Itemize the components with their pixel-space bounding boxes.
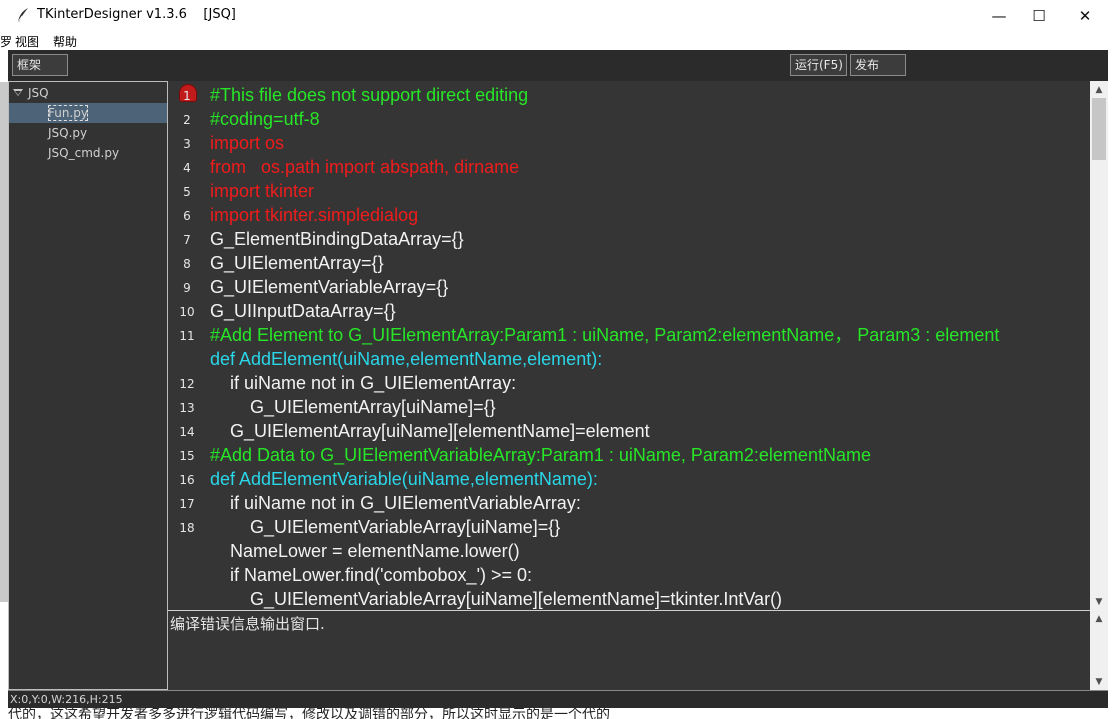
line-number: 9 [183, 281, 191, 295]
status-bar: X:0,Y:0,W:216,H:215 [8, 690, 1108, 709]
menu-item-cut[interactable]: 罗 [0, 33, 12, 50]
scroll-down-icon[interactable]: ▼ [1090, 593, 1108, 610]
line-number: 2 [183, 113, 191, 127]
output-scroll-up-icon[interactable]: ▲ [1090, 610, 1108, 627]
code-line[interactable]: G_ElementBindingDataArray={} [210, 227, 464, 251]
code-line[interactable]: G_UIElementVariableArray={} [210, 275, 448, 299]
line-number: 13 [179, 401, 195, 415]
tkinter-designer-window: TKinterDesigner v1.3.6 [JSQ] — ☐ ✕ 罗 视图 … [0, 0, 1116, 719]
code-line[interactable]: if uiName not in G_UIElementVariableArra… [210, 491, 581, 515]
line-number: 14 [179, 425, 195, 439]
background-text: 代的，这这希望开发者多多进行逻辑代码编写，修改以及调错的部分，所以这时显示的是一… [8, 708, 610, 719]
scroll-thumb[interactable] [1092, 98, 1106, 160]
feather-pen-icon [17, 8, 28, 23]
line-number: 16 [179, 473, 195, 487]
menu-item-view[interactable]: 视图 [15, 33, 39, 50]
code-line[interactable]: NameLower = elementName.lower() [210, 539, 520, 563]
code-line[interactable]: G_UIElementVariableArray[uiName][element… [210, 587, 782, 610]
tree-item-label: Fun.py [48, 105, 88, 121]
line-number: 15 [179, 449, 195, 463]
line-number: 4 [183, 161, 191, 175]
code-line[interactable]: G_UIElementArray[uiName][elementName]=el… [210, 419, 650, 443]
code-line[interactable]: import os [210, 131, 284, 155]
code-text-area[interactable]: #This file does not support direct editi… [168, 81, 1090, 610]
tree-item-fun-py[interactable]: Fun.py [9, 103, 167, 123]
frame-combobox[interactable]: 框架 [12, 54, 68, 76]
code-line[interactable]: if NameLower.find('combobox_') >= 0: [210, 563, 532, 587]
menu-bar: 罗 视图 帮助 [0, 31, 1116, 50]
line-number: 7 [183, 233, 191, 247]
tree-item-jsq-cmd-py[interactable]: JSQ_cmd.py [9, 143, 167, 163]
code-line[interactable]: import tkinter [210, 179, 314, 203]
line-number: 3 [183, 137, 191, 151]
menu-item-help[interactable]: 帮助 [53, 33, 77, 50]
tree-item-label: JSQ_cmd.py [48, 146, 120, 160]
code-line[interactable]: #coding=utf-8 [210, 107, 320, 131]
code-line[interactable]: import tkinter.simpledialog [210, 203, 418, 227]
publish-button[interactable]: 发布 [850, 54, 906, 76]
title-bar[interactable]: TKinterDesigner v1.3.6 [JSQ] — ☐ ✕ [0, 0, 1116, 31]
toolbar: 框架 运行(F5) 发布 [8, 50, 1108, 81]
code-line[interactable]: def AddElement(uiName,elementName,elemen… [210, 347, 602, 371]
tree-item-jsq-py[interactable]: JSQ.py [9, 123, 167, 143]
output-scroll-down-icon[interactable]: ▼ [1090, 673, 1108, 690]
line-number: 8 [183, 257, 191, 271]
line-number: 17 [179, 497, 195, 511]
window-title: TKinterDesigner v1.3.6 [JSQ] [37, 7, 236, 22]
output-text: 编译错误信息输出窗口. [170, 615, 325, 633]
output-vertical-scrollbar[interactable]: ▲ ▼ [1090, 610, 1108, 690]
line-number: 1 [183, 89, 191, 103]
code-line[interactable]: #Add Data to G_UIElementVariableArray:Pa… [210, 443, 871, 467]
code-line[interactable]: G_UIElementArray={} [210, 251, 384, 275]
status-coordinates: X:0,Y:0,W:216,H:215 [10, 693, 123, 706]
compile-output-panel[interactable]: 编译错误信息输出窗口. [168, 610, 1090, 690]
run-button[interactable]: 运行(F5) [790, 54, 847, 76]
code-line[interactable]: def AddElementVariable(uiName,elementNam… [210, 467, 598, 491]
code-line[interactable]: G_UIElementArray[uiName]={} [210, 395, 496, 419]
chevron-down-inner [15, 91, 21, 95]
line-number: 12 [179, 377, 195, 391]
scroll-up-icon[interactable]: ▲ [1090, 81, 1108, 98]
close-button[interactable]: ✕ [1062, 0, 1108, 31]
line-number: 11 [179, 329, 195, 343]
tree-item-label: JSQ.py [48, 126, 88, 140]
background-window-text: 代的，这这希望开发者多多进行逻辑代码编写，修改以及调错的部分，所以这时显示的是一… [0, 708, 1116, 719]
line-number: 10 [179, 305, 195, 319]
line-number: 5 [183, 185, 191, 199]
maximize-button[interactable]: ☐ [1016, 0, 1062, 31]
background-window-strip [0, 82, 8, 602]
window-right-border [1108, 31, 1116, 719]
tree-root-label: JSQ [28, 86, 49, 100]
line-number: 6 [183, 209, 191, 223]
code-line[interactable]: from os.path import abspath, dirname [210, 155, 519, 179]
code-line[interactable]: if uiName not in G_UIElementArray: [210, 371, 516, 395]
code-line[interactable]: G_UIInputDataArray={} [210, 299, 396, 323]
code-line[interactable]: #This file does not support direct editi… [210, 83, 528, 107]
tree-root-jsq[interactable]: JSQ [9, 83, 167, 103]
code-line[interactable]: #Add Element to G_UIElementArray:Param1 … [210, 323, 999, 347]
project-tree: JSQ Fun.py JSQ.py JSQ_cmd.py [8, 81, 168, 690]
editor-vertical-scrollbar[interactable]: ▲ ▼ [1090, 81, 1108, 610]
code-line[interactable]: G_UIElementVariableArray[uiName]={} [210, 515, 560, 539]
line-number: 18 [179, 521, 195, 535]
